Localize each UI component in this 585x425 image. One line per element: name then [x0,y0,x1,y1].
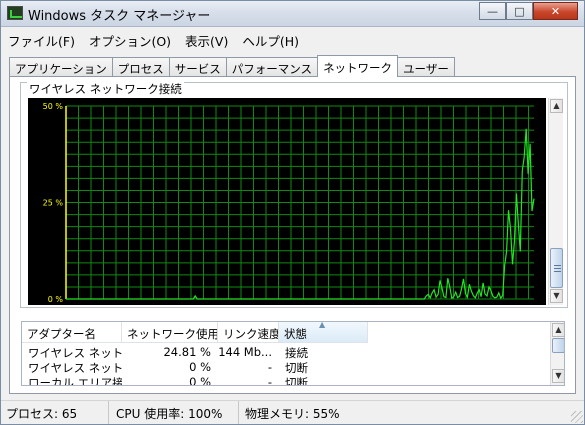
cell-adapter-name: ワイヤレス ネット... [28,346,122,360]
networking-panel: ワイヤレス ネットワーク接続 50 % 25 % 0 % ▲ ▼ アダプター名 ネッ… [9,76,576,394]
cell-link-speed: 144 Mb... [218,345,272,359]
cell-state: 切断 [285,361,308,375]
menu-help[interactable]: ヘルプ(H) [235,27,306,49]
cell-utilization: 0 % [189,360,211,374]
menu-file[interactable]: ファイル(F) [1,27,82,49]
table-row[interactable]: ワイヤレス ネット... 24.81 % 144 Mb... 接続 [22,345,368,361]
list-scroll-thumb[interactable] [552,338,564,353]
menu-view[interactable]: 表示(V) [178,27,235,49]
tab-performance[interactable]: パフォーマンス [225,57,319,77]
title-bar[interactable]: Windows タスク マネージャー — □ ✕ [1,1,584,27]
task-manager-window: Windows タスク マネージャー — □ ✕ ファイル(F) オプション(O… [0,0,585,425]
status-bar: プロセス: 65 CPU 使用率: 100% 物理メモリ: 55% [1,400,584,424]
scroll-thumb[interactable] [550,248,563,288]
maximize-button[interactable]: □ [506,2,533,20]
window-title: Windows タスク マネージャー [28,9,211,24]
y-tick-label: 0 % [48,295,64,304]
adapter-list-scrollbar[interactable]: ▲ ▼ [550,322,564,385]
menu-bar: ファイル(F) オプション(O) 表示(V) ヘルプ(H) [1,27,584,49]
list-scroll-up-arrow-icon[interactable]: ▲ [552,323,564,337]
tab-processes[interactable]: プロセス [111,57,170,77]
menu-options[interactable]: オプション(O) [82,27,178,49]
close-button[interactable]: ✕ [533,2,578,20]
tab-services[interactable]: サービス [168,57,227,77]
cell-adapter-name: ローカル エリア接... [28,376,122,386]
resize-grip-icon[interactable] [571,411,583,423]
column-adapter-name[interactable]: アダプター名 [22,322,122,343]
tab-applications[interactable]: アプリケーション [9,57,113,77]
column-link-speed[interactable]: リンク速度 [218,322,279,343]
network-graph-svg: 50 % 25 % 0 % [43,102,535,304]
table-row[interactable]: ワイヤレス ネット... 0 % - 切断 [22,360,368,376]
list-scroll-down-arrow-icon[interactable]: ▼ [552,369,564,383]
cell-adapter-name: ワイヤレス ネット... [28,361,122,375]
adapter-list-header: アダプター名 ネットワーク使用... リンク速度 ▲ 状態 [22,322,368,343]
tab-users[interactable]: ユーザー [397,57,455,77]
cell-link-speed: - [267,360,272,374]
task-manager-icon [7,6,23,20]
sort-ascending-icon: ▲ [319,322,326,329]
column-state-label: 状態 [284,327,307,341]
adapter-list: アダプター名 ネットワーク使用... リンク速度 ▲ 状態 ワイヤレス ネット.… [21,321,565,386]
window-controls: — □ ✕ [479,2,578,20]
cell-utilization: 0 % [189,375,211,386]
cell-state: 切断 [285,376,308,386]
y-tick-label: 50 % [43,102,64,111]
status-cpu-usage: CPU 使用率: 100% [109,401,239,424]
status-physical-memory: 物理メモリ: 55% [245,407,340,421]
tab-strip: アプリケーション プロセス サービス パフォーマンス ネットワーク ユーザー [9,55,455,77]
minimize-button[interactable]: — [479,2,506,20]
status-processes: プロセス: 65 [1,401,109,424]
scroll-down-arrow-icon[interactable]: ▼ [550,289,563,303]
column-network-utilization[interactable]: ネットワーク使用... [122,322,218,343]
y-tick-label: 25 % [43,199,64,208]
column-state[interactable]: ▲ 状態 [279,322,368,343]
cell-link-speed: - [267,375,272,386]
cell-utilization: 24.81 % [163,345,211,359]
network-utilization-graph: 50 % 25 % 0 % [28,98,546,305]
graph-title: ワイヤレス ネットワーク接続 [27,81,184,97]
table-row[interactable]: ローカル エリア接... 0 % - 切断 [22,375,368,386]
graph-scrollbar[interactable]: ▲ ▼ [548,98,563,305]
scroll-up-arrow-icon[interactable]: ▲ [550,99,563,113]
cell-state: 接続 [285,346,308,360]
tab-networking[interactable]: ネットワーク [317,55,399,77]
